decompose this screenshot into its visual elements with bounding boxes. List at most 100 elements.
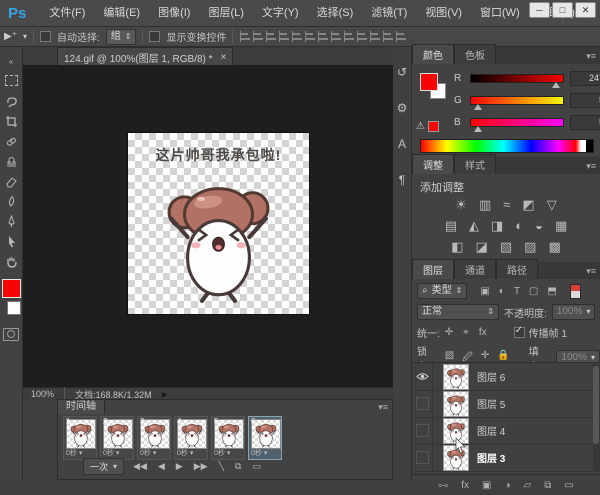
photo-filter-icon[interactable]: ◐ bbox=[515, 218, 523, 234]
layer-thumbnail[interactable] bbox=[443, 437, 469, 471]
tool-preset-chevron-icon[interactable]: ▾ bbox=[23, 32, 27, 41]
tab-swatches[interactable]: 色板 bbox=[454, 44, 496, 64]
hand-tool[interactable] bbox=[4, 255, 19, 268]
distribute-left-edges-icon[interactable] bbox=[357, 31, 369, 42]
brightness-contrast-icon[interactable]: ☀ bbox=[455, 197, 467, 213]
collapse-toolbar-icon[interactable]: « bbox=[4, 55, 19, 68]
curves-icon[interactable]: ≈ bbox=[503, 197, 510, 213]
unify-visibility-icon[interactable]: ⌖ bbox=[463, 327, 469, 338]
blur-tool[interactable] bbox=[4, 195, 19, 208]
close-button[interactable]: ✕ bbox=[575, 2, 596, 18]
maximize-button[interactable]: □ bbox=[552, 2, 573, 18]
crop-tool[interactable] bbox=[4, 115, 19, 128]
loop-count-dropdown[interactable]: 一次 ▾ bbox=[83, 458, 125, 475]
align-left-edges-icon[interactable] bbox=[279, 31, 291, 42]
duplicate-frame-button[interactable]: ⧉ bbox=[235, 461, 241, 472]
next-frame-button[interactable]: ▶▶ bbox=[194, 461, 208, 472]
layer-visibility-toggle[interactable] bbox=[412, 390, 433, 417]
propagate-frame-checkbox[interactable] bbox=[513, 325, 525, 338]
tab-color[interactable]: 颜色 bbox=[412, 44, 454, 64]
menu-item[interactable]: 图层(L) bbox=[199, 0, 252, 26]
add-mask-icon[interactable]: ▣ bbox=[482, 480, 491, 491]
black-white-icon[interactable]: ◨ bbox=[491, 218, 503, 234]
frame-delay-dropdown[interactable]: 0秒 ▾ bbox=[66, 448, 82, 458]
quick-mask-icon[interactable] bbox=[3, 328, 19, 341]
filter-type-layers-icon[interactable]: T bbox=[514, 286, 520, 297]
history-panel-icon[interactable]: ↺ bbox=[397, 65, 407, 79]
align-vertical-centers-icon[interactable] bbox=[253, 31, 265, 42]
layer-row[interactable]: 图层 4 bbox=[412, 417, 594, 445]
character-panel-icon[interactable]: A bbox=[398, 137, 406, 151]
animation-frame[interactable]: 5 0秒 ▾ bbox=[211, 416, 245, 460]
new-group-icon[interactable]: ▱ bbox=[523, 480, 531, 491]
gradient-map-icon[interactable]: ▩ bbox=[548, 239, 560, 255]
move-tool-preview-icon[interactable]: ▶⁺ bbox=[4, 31, 17, 42]
link-layers-icon[interactable]: ⧟ bbox=[438, 480, 448, 491]
background-color-swatch[interactable] bbox=[7, 301, 21, 315]
channel-slider[interactable] bbox=[470, 74, 564, 88]
vibrance-icon[interactable]: ▽ bbox=[547, 197, 557, 213]
threshold-icon[interactable]: ▧ bbox=[500, 239, 512, 255]
menu-item[interactable]: 视图(V) bbox=[416, 0, 471, 26]
tab-layers[interactable]: 图层 bbox=[412, 259, 454, 279]
new-adjustment-layer-icon[interactable]: ◑ bbox=[504, 480, 510, 491]
status-options-arrow-icon[interactable]: ▶ bbox=[162, 390, 168, 399]
properties-panel-icon[interactable]: ⚙ bbox=[397, 101, 408, 115]
animation-frame[interactable]: 6 0秒 ▾ bbox=[248, 416, 282, 460]
new-layer-icon[interactable]: ⧉ bbox=[544, 480, 551, 491]
layer-row[interactable]: 图层 6 bbox=[412, 363, 594, 391]
distribute-horizontal-centers-icon[interactable] bbox=[370, 31, 382, 42]
tab-adjustments[interactable]: 调整 bbox=[412, 154, 454, 174]
layer-name[interactable]: 图层 6 bbox=[477, 369, 505, 384]
channel-slider[interactable] bbox=[470, 118, 564, 132]
filter-toggle-switch[interactable] bbox=[569, 283, 581, 299]
distribute-top-edges-icon[interactable] bbox=[318, 31, 330, 42]
play-button[interactable]: ▶ bbox=[176, 461, 183, 472]
hue-saturation-icon[interactable]: ▤ bbox=[445, 218, 457, 234]
menu-item[interactable]: 窗口(W) bbox=[471, 0, 529, 26]
levels-icon[interactable]: ▥ bbox=[479, 197, 491, 213]
color-balance-icon[interactable]: ◭ bbox=[469, 218, 479, 234]
filter-shape-layers-icon[interactable]: ▢ bbox=[529, 286, 538, 297]
blend-mode-dropdown[interactable]: 正常 ⇕ bbox=[417, 304, 499, 320]
healing-brush-tool[interactable] bbox=[4, 135, 19, 148]
delete-frame-button[interactable]: ▭ bbox=[252, 461, 261, 472]
channel-value-field[interactable]: 247 bbox=[570, 71, 600, 86]
menu-item[interactable]: 图像(I) bbox=[149, 0, 199, 26]
auto-align-layers-icon[interactable] bbox=[396, 31, 408, 42]
slider-thumb-icon[interactable] bbox=[473, 126, 482, 132]
document-canvas[interactable]: 这片帅哥我承包啦! bbox=[128, 133, 309, 314]
frame-delay-dropdown[interactable]: 0秒 ▾ bbox=[103, 448, 119, 458]
color-spectrum-ramp[interactable] bbox=[420, 139, 594, 153]
layer-visibility-toggle[interactable] bbox=[412, 417, 433, 444]
delete-layer-icon[interactable]: ▭ bbox=[564, 480, 573, 491]
foreground-color-swatch-small[interactable] bbox=[420, 73, 438, 91]
color-panel-menu-icon[interactable]: ▾≡ bbox=[586, 51, 596, 62]
menu-item[interactable]: 编辑(E) bbox=[94, 0, 149, 26]
animation-frame[interactable]: 1 0秒 ▾ bbox=[63, 416, 97, 460]
channel-mixer-icon[interactable]: ◒ bbox=[535, 218, 543, 234]
frame-delay-dropdown[interactable]: 0秒 ▾ bbox=[214, 448, 230, 458]
menu-item[interactable]: 文件(F) bbox=[40, 0, 94, 26]
align-right-edges-icon[interactable] bbox=[305, 31, 317, 42]
eraser-tool[interactable] bbox=[4, 175, 19, 188]
layer-thumbnail[interactable] bbox=[443, 363, 469, 390]
filter-pixel-layers-icon[interactable]: ▣ bbox=[480, 286, 489, 297]
align-horizontal-centers-icon[interactable] bbox=[292, 31, 304, 42]
foreground-color-swatch[interactable] bbox=[1, 279, 21, 298]
layer-row[interactable]: 图层 3 bbox=[412, 437, 594, 472]
first-frame-button[interactable]: ◀◀ bbox=[133, 461, 147, 472]
slider-thumb-icon[interactable] bbox=[473, 104, 482, 110]
gamut-swatch[interactable] bbox=[427, 121, 439, 132]
opacity-field[interactable]: 100% ▾ bbox=[551, 304, 596, 320]
filter-adjustment-layers-icon[interactable]: ◐ bbox=[499, 286, 505, 297]
align-top-edges-icon[interactable] bbox=[240, 31, 252, 42]
animation-frame[interactable]: 2 0秒 ▾ bbox=[100, 416, 134, 460]
unify-style-icon[interactable]: fx bbox=[479, 327, 487, 338]
channel-value-field[interactable]: 5 bbox=[570, 93, 600, 108]
marquee-tool[interactable] bbox=[4, 75, 19, 88]
clone-stamp-tool[interactable] bbox=[4, 155, 19, 168]
tween-button[interactable]: ╲ bbox=[219, 461, 224, 472]
animation-frame[interactable]: 4 0秒 ▾ bbox=[174, 416, 208, 460]
layer-row[interactable]: 图层 5 bbox=[412, 390, 594, 418]
